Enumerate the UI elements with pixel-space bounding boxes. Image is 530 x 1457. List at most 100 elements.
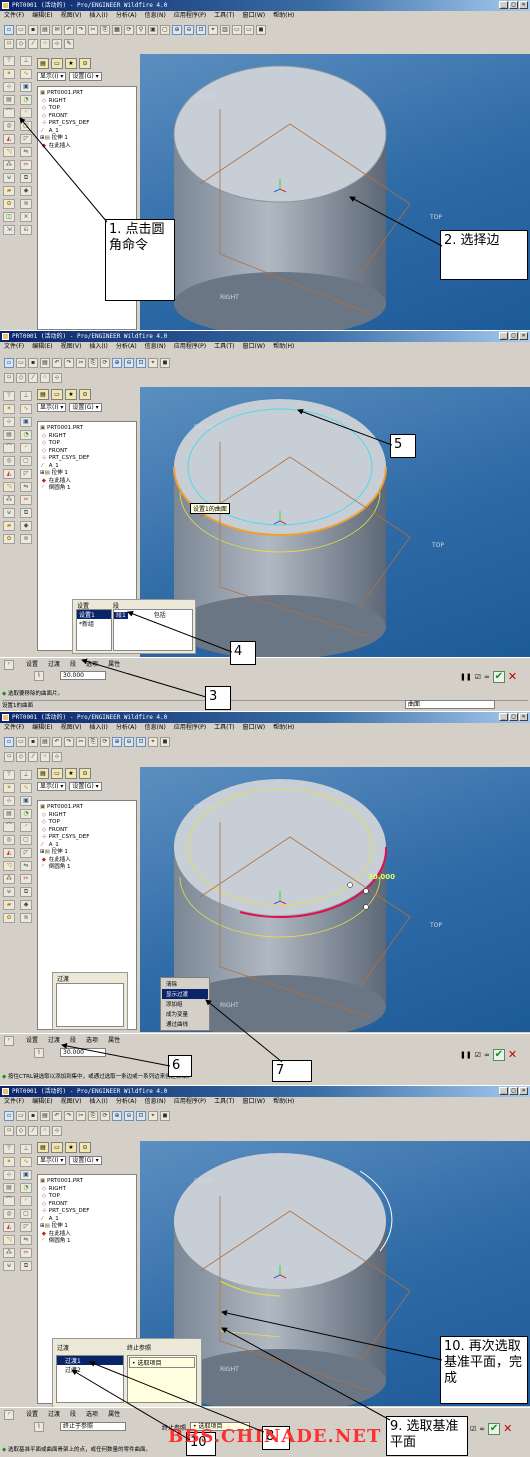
menu-file[interactable]: 文件(F) <box>4 723 24 733</box>
rib-icon[interactable]: ◭ <box>3 848 15 858</box>
sketch-icon[interactable]: ⌑ <box>4 39 14 49</box>
radius-dimension[interactable]: 30.000 <box>368 873 395 881</box>
round-icon[interactable]: ◜ <box>20 1196 32 1206</box>
revolve-icon[interactable]: ◔ <box>20 1183 32 1193</box>
thicken-icon[interactable]: ▰ <box>3 186 15 196</box>
folder-tab[interactable]: ▭ <box>51 58 63 69</box>
connections-tab[interactable]: ⊙ <box>79 58 91 69</box>
tree-item[interactable]: ◜ 倒圆角 1 <box>40 485 134 493</box>
menu-edit[interactable]: 编辑(E) <box>32 723 52 733</box>
tab-properties[interactable]: 属性 <box>108 1409 120 1418</box>
draft-icon[interactable]: ◸ <box>20 848 32 858</box>
refit-icon[interactable]: ⊡ <box>196 25 206 35</box>
axis-display-icon[interactable]: ⁄ <box>28 39 38 49</box>
revolve-icon[interactable]: ◔ <box>20 809 32 819</box>
chamfer-icon[interactable]: ◹ <box>3 1235 15 1245</box>
zoom-in-icon[interactable]: ⊕ <box>112 358 122 368</box>
csys-icon[interactable]: ⊹ <box>3 417 15 427</box>
datum-axis-icon[interactable]: ⊥ <box>20 1144 32 1154</box>
datum-axis-icon[interactable]: ⊥ <box>20 391 32 401</box>
menu-info[interactable]: 信息(N) <box>145 1097 166 1107</box>
tree-item[interactable]: ⊞▤ 拉伸 1 <box>40 849 134 857</box>
tree-item[interactable]: ⊞▤ 拉伸 1 <box>40 135 134 143</box>
save-icon[interactable]: ▪ <box>28 737 38 747</box>
segment-item[interactable]: 段1 <box>114 612 128 619</box>
mirror-icon[interactable]: ⇋ <box>20 482 32 492</box>
copy-icon[interactable]: ⎘ <box>88 737 98 747</box>
tree-item[interactable]: ▣ PRT0001.PRT <box>40 1178 134 1186</box>
menu-edit[interactable]: 编辑(E) <box>32 1097 52 1107</box>
offset-icon[interactable]: ⧉ <box>20 887 32 897</box>
tab-transitions[interactable]: 过渡 <box>48 659 60 668</box>
csys-icon[interactable]: ⊹ <box>3 1170 15 1180</box>
axis-display-icon[interactable]: ⁄ <box>28 752 38 762</box>
transition-item-2[interactable]: 过渡2 <box>57 1365 123 1374</box>
datum-plane-icon[interactable]: ⊤ <box>3 56 15 66</box>
mirror-icon[interactable]: ⇋ <box>20 861 32 871</box>
preview-icon[interactable]: ☑ <box>475 1051 481 1059</box>
tree-item[interactable]: ⊹ PRT_CSYS_DEF <box>40 120 134 128</box>
transition-mode-icon[interactable]: ⌇ <box>34 1048 44 1058</box>
filter-dropdown[interactable]: 曲面 <box>405 700 495 709</box>
set-mode-icon[interactable]: ◜ <box>4 1036 14 1046</box>
tree-item[interactable]: ◇ FRONT <box>40 827 134 835</box>
undo-icon[interactable]: ↶ <box>52 737 62 747</box>
minimize-button[interactable]: _ <box>499 1 508 9</box>
menu-info[interactable]: 信息(N) <box>145 723 166 733</box>
glasses-icon[interactable]: ∞ <box>484 673 490 681</box>
new-icon[interactable]: ▫ <box>4 25 14 35</box>
menu-item-add-set[interactable]: 添加组 <box>162 999 208 1009</box>
maximize-button[interactable]: □ <box>509 713 518 721</box>
cancel-x-icon[interactable]: ✕ <box>508 1048 517 1061</box>
tree-item[interactable]: ⊹ PRT_CSYS_DEF <box>40 834 134 842</box>
sweep-icon[interactable]: ⌒ <box>3 1196 15 1206</box>
tree-item[interactable]: ▣ PRT0001.PRT <box>40 804 134 812</box>
favorites-tab[interactable]: ★ <box>65 58 77 69</box>
radius-input[interactable]: 30.000 <box>60 1048 106 1057</box>
regenerate-icon[interactable]: ⟳ <box>100 358 110 368</box>
datum-plane-icon[interactable]: ⊤ <box>3 770 15 780</box>
tree-item[interactable]: ⊞▤ 拉伸 1 <box>40 1223 134 1231</box>
round-icon[interactable]: ◜ <box>20 108 32 118</box>
sketch-icon[interactable]: ⌑ <box>4 373 14 383</box>
wireframe-icon[interactable]: ▭ <box>232 25 242 35</box>
menu-help[interactable]: 帮助(H) <box>273 723 294 733</box>
project-icon[interactable]: ⇲ <box>3 225 15 235</box>
zoom-in-icon[interactable]: ⊕ <box>112 1111 122 1121</box>
menu-item-make-variable[interactable]: 成为变量 <box>162 1009 208 1019</box>
ok-check-icon[interactable]: ✔ <box>488 1422 501 1435</box>
revolve-icon[interactable]: ◔ <box>20 95 32 105</box>
save-icon[interactable]: ▪ <box>28 358 38 368</box>
offset-icon[interactable]: ⧉ <box>20 508 32 518</box>
extrude-icon[interactable]: ▤ <box>3 809 15 819</box>
hidden-line-icon[interactable]: ▭ <box>244 25 254 35</box>
save-icon[interactable]: ▪ <box>28 25 38 35</box>
print-icon[interactable]: ▤ <box>40 737 50 747</box>
menu-analysis[interactable]: 分析(A) <box>116 11 137 21</box>
zoom-in-icon[interactable]: ⊕ <box>172 25 182 35</box>
print-icon[interactable]: ▤ <box>40 25 50 35</box>
datum-axis-icon[interactable]: ⊥ <box>20 56 32 66</box>
datum-plane-icon[interactable]: ⊤ <box>3 391 15 401</box>
extrude-icon[interactable]: ▤ <box>3 1183 15 1193</box>
menu-view[interactable]: 视图(V) <box>61 723 82 733</box>
menu-file[interactable]: 文件(F) <box>4 1097 24 1107</box>
tree-display-dropdown[interactable]: 显示(I) ▾ <box>37 403 67 412</box>
paste-icon[interactable]: ▦ <box>112 25 122 35</box>
ok-check-icon[interactable]: ✔ <box>492 1048 505 1061</box>
menu-applications[interactable]: 应用程序(P) <box>174 342 206 352</box>
plane-display-icon[interactable]: ◇ <box>16 752 26 762</box>
round-icon[interactable]: ◜ <box>20 822 32 832</box>
menu-edit[interactable]: 编辑(E) <box>32 342 52 352</box>
refit-icon[interactable]: ⊡ <box>136 1111 146 1121</box>
tab-transitions[interactable]: 过渡 <box>48 1035 60 1044</box>
revolve-icon[interactable]: ◔ <box>20 430 32 440</box>
shading-icon[interactable]: ◼ <box>160 737 170 747</box>
menu-window[interactable]: 窗口(W) <box>243 723 266 733</box>
csys-display-icon[interactable]: ⊹ <box>52 373 62 383</box>
plane-display-icon[interactable]: ◇ <box>16 1126 26 1136</box>
warp-icon[interactable]: ≋ <box>20 534 32 544</box>
menu-insert[interactable]: 插入(I) <box>89 342 107 352</box>
close-button[interactable]: × <box>519 713 528 721</box>
menu-edit[interactable]: 编辑(E) <box>32 11 52 21</box>
